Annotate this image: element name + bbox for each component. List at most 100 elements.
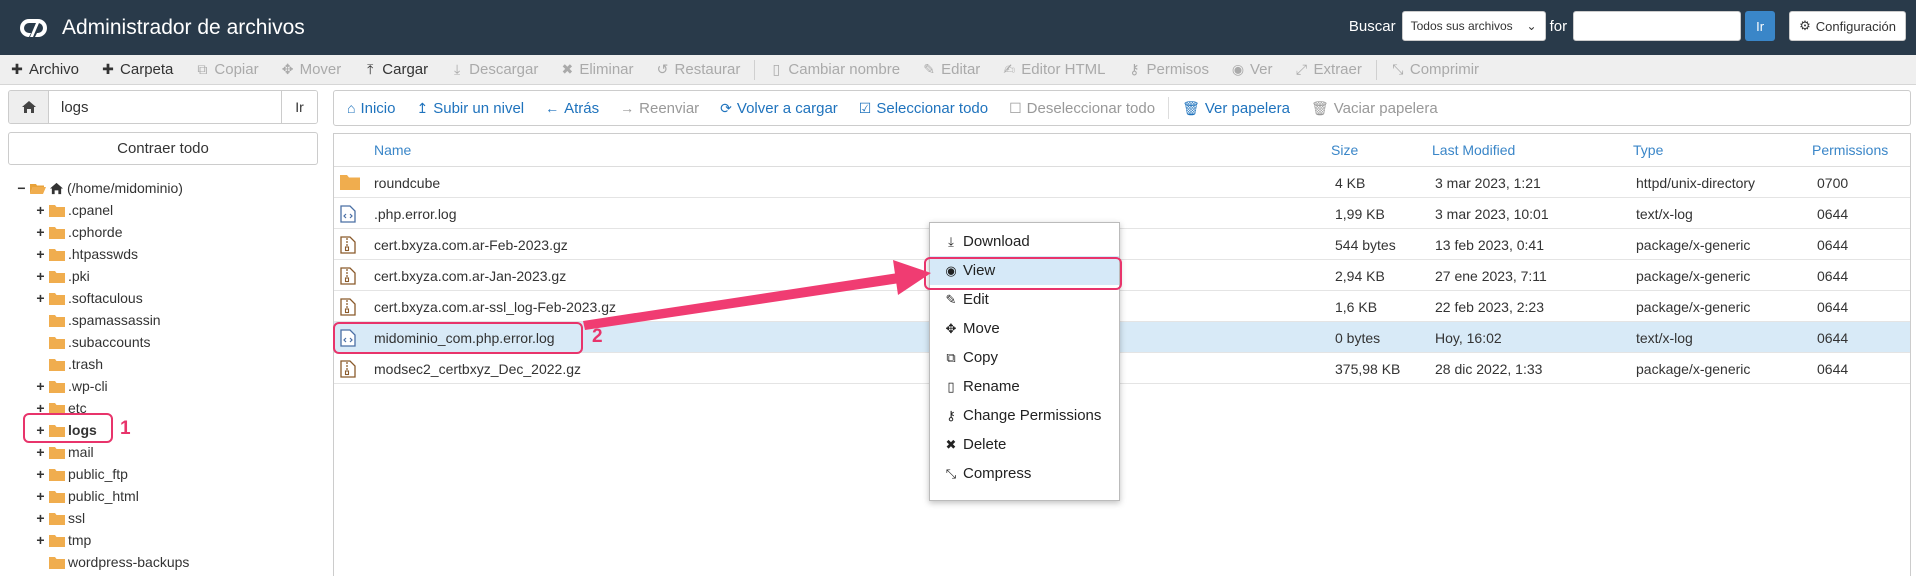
expand-toggle-icon[interactable]: +	[35, 225, 46, 239]
toolbar-mover-button[interactable]: ✥ Mover	[281, 61, 342, 78]
plus-icon: ✚	[102, 61, 114, 77]
home-button[interactable]	[9, 91, 49, 123]
column-size[interactable]: Size	[1331, 142, 1358, 158]
toolbar-archivo-button[interactable]: ✚ Archivo	[10, 61, 79, 78]
expand-toggle-icon[interactable]: +	[35, 511, 46, 525]
tree-item-public-html[interactable]: + public_html	[8, 485, 318, 507]
path-input[interactable]: logs	[49, 91, 281, 123]
context-rename-item[interactable]: ▯ Rename	[930, 372, 1119, 401]
copy-icon: ⧉	[197, 61, 208, 77]
nav-vaciar-papelera-button[interactable]: 🗑 Vaciar papelera	[1311, 100, 1438, 117]
file-row-modsec2-certbxyz-dec-2022-gz[interactable]: modsec2_certbxyz_Dec_2022.gz 375,98 KB 28 …	[334, 353, 1910, 384]
tree-item-mail[interactable]: + mail	[8, 441, 318, 463]
tree-item-htpasswds[interactable]: + .htpasswds	[8, 243, 318, 265]
toolbar-extraer-button[interactable]: ⤢ Extraer	[1295, 61, 1362, 78]
toolbar-separator	[1375, 59, 1377, 80]
tree-item-cphorde[interactable]: + .cphorde	[8, 221, 318, 243]
nav-inicio-button[interactable]: ⌂ Inicio	[347, 100, 396, 117]
archive-file-icon	[340, 236, 356, 254]
tree-item-wordpress-backups[interactable]: wordpress-backups	[8, 551, 318, 573]
tree-item-ssl[interactable]: + ssl	[8, 507, 318, 529]
search-scope-select[interactable]: Todos sus archivos ⌄	[1401, 11, 1546, 41]
tree-root[interactable]: − (/home/midominio)	[8, 177, 318, 199]
context-move-item[interactable]: ✥ Move	[930, 314, 1119, 343]
tree-item-softaculous[interactable]: + .softaculous	[8, 287, 318, 309]
context-change-permissions-item[interactable]: ⚷ Change Permissions	[930, 401, 1119, 430]
file-modified: Hoy, 16:02	[1435, 330, 1502, 346]
tree-item-subaccounts[interactable]: .subaccounts	[8, 331, 318, 353]
expand-toggle-icon[interactable]: +	[35, 203, 46, 217]
toolbar-carpeta-button[interactable]: ✚ Carpeta	[101, 61, 173, 78]
nav-volver-a-cargar-button[interactable]: ⟳ Volver a cargar	[720, 100, 838, 117]
tree-item-cpanel[interactable]: + .cpanel	[8, 199, 318, 221]
toolbar-comprimir-button[interactable]: ⤡ Comprimir	[1391, 61, 1479, 78]
folder-icon	[49, 336, 65, 349]
move-icon: ✥	[281, 61, 294, 77]
toolbar-restaurar-button[interactable]: ↺ Restaurar	[656, 61, 741, 78]
file-name[interactable]: .php.error.log	[374, 206, 457, 222]
expand-toggle-icon[interactable]: +	[35, 533, 46, 547]
expand-toggle-icon[interactable]: +	[35, 379, 46, 393]
toolbar-ver-button[interactable]: ◉ Ver	[1231, 61, 1273, 78]
file-modified: 3 mar 2023, 10:01	[1435, 206, 1549, 222]
nav-seleccionar-todo-button[interactable]: ☑ Seleccionar todo	[859, 100, 988, 117]
toolbar-descargar-button[interactable]: ⤓ Descargar	[450, 61, 538, 78]
column-permissions[interactable]: Permissions	[1812, 142, 1888, 158]
file-size: 1,6 KB	[1335, 299, 1378, 315]
expand-toggle-icon[interactable]: +	[35, 445, 46, 459]
folder-icon	[49, 556, 65, 569]
path-go-button[interactable]: Ir	[281, 91, 317, 123]
nav-reenviar-button[interactable]: → Reenviar	[620, 100, 699, 117]
folder-icon	[49, 204, 65, 217]
expand-toggle-icon[interactable]: +	[35, 489, 46, 503]
file-row-php-error-log[interactable]: .php.error.log 1,99 KB 3 mar 2023, 10:01 te…	[334, 198, 1910, 229]
nav-subir-un-nivel-button[interactable]: ↥ Subir un nivel	[417, 100, 525, 117]
tree-item-public-ftp[interactable]: + public_ftp	[8, 463, 318, 485]
collapse-all-button[interactable]: Contraer todo	[8, 132, 318, 165]
tree-item-wp-cli[interactable]: + .wp-cli	[8, 375, 318, 397]
column-name[interactable]: Name	[374, 142, 411, 158]
collapse-toggle-icon[interactable]: −	[16, 181, 27, 195]
tree-item-spamassassin[interactable]: .spamassassin	[8, 309, 318, 331]
toolbar-permisos-button[interactable]: ⚷ Permisos	[1127, 61, 1209, 78]
expand-toggle-icon[interactable]: +	[35, 247, 46, 261]
file-row-cert-bxyza-com-ar-feb-2023-gz[interactable]: cert.bxyza.com.ar-Feb-2023.gz 544 bytes 13…	[334, 229, 1910, 260]
toolbar-cambiar-nombre-button[interactable]: ▯ Cambiar nombre	[769, 61, 901, 78]
settings-button[interactable]: ⚙ Configuración	[1789, 11, 1906, 41]
annotation-box-file	[333, 322, 583, 354]
toolbar-copiar-button[interactable]: ⧉ Copiar	[195, 61, 258, 78]
context-compress-item[interactable]: ⤡ Compress	[930, 459, 1119, 488]
expand-toggle-icon[interactable]: +	[35, 467, 46, 481]
file-name[interactable]: cert.bxyza.com.ar-Jan-2023.gz	[374, 268, 566, 284]
file-name[interactable]: modsec2_certbxyz_Dec_2022.gz	[374, 361, 581, 377]
file-row-cert-bxyza-com-ar-ssl-log-feb-2023-gz[interactable]: cert.bxyza.com.ar-ssl_log-Feb-2023.gz 1,6…	[334, 291, 1910, 322]
tree-item-trash[interactable]: .trash	[8, 353, 318, 375]
column-last-modified[interactable]: Last Modified	[1432, 142, 1515, 158]
tree-item-pki[interactable]: + .pki	[8, 265, 318, 287]
toolbar-editar-button[interactable]: ✎ Editar	[922, 61, 980, 78]
context-copy-item[interactable]: ⧉ Copy	[930, 343, 1119, 372]
expand-toggle-icon[interactable]: +	[35, 269, 46, 283]
tree-item-tmp[interactable]: + tmp	[8, 529, 318, 551]
context-delete-item[interactable]: ✖ Delete	[930, 430, 1119, 459]
file-row-roundcube[interactable]: roundcube 4 KB 3 mar 2023, 1:21 httpd/unix-…	[334, 167, 1910, 198]
column-type[interactable]: Type	[1633, 142, 1663, 158]
left-panel: logs Ir Contraer todo − (/home/midominio…	[8, 90, 318, 576]
nav-deseleccionar-todo-button[interactable]: ☐ Deseleccionar todo	[1009, 100, 1155, 117]
file-name[interactable]: cert.bxyza.com.ar-ssl_log-Feb-2023.gz	[374, 299, 616, 315]
file-name[interactable]: cert.bxyza.com.ar-Feb-2023.gz	[374, 237, 568, 253]
nav-atras-button[interactable]: ← Atrás	[545, 100, 599, 117]
file-name[interactable]: roundcube	[374, 175, 440, 191]
context-download-item[interactable]: ⤓ Download	[930, 227, 1119, 256]
expand-toggle-icon[interactable]: +	[35, 291, 46, 305]
toolbar-cargar-button[interactable]: ⤒ Cargar	[363, 61, 428, 78]
file-size: 4 KB	[1335, 175, 1366, 191]
file-permissions: 0644	[1817, 330, 1849, 346]
file-row-cert-bxyza-com-ar-jan-2023-gz[interactable]: cert.bxyza.com.ar-Jan-2023.gz 2,94 KB 27 e…	[334, 260, 1910, 291]
toolbar-editor-html-button[interactable]: ✍ Editor HTML	[1002, 61, 1105, 78]
search-go-button[interactable]: Ir	[1745, 11, 1776, 41]
toolbar-eliminar-button[interactable]: ✖ Eliminar	[560, 61, 633, 78]
nav-ver-papelera-button[interactable]: 🗑 Ver papelera	[1182, 100, 1290, 117]
annotation-number-1: 1	[120, 418, 131, 439]
search-input[interactable]	[1573, 11, 1742, 41]
